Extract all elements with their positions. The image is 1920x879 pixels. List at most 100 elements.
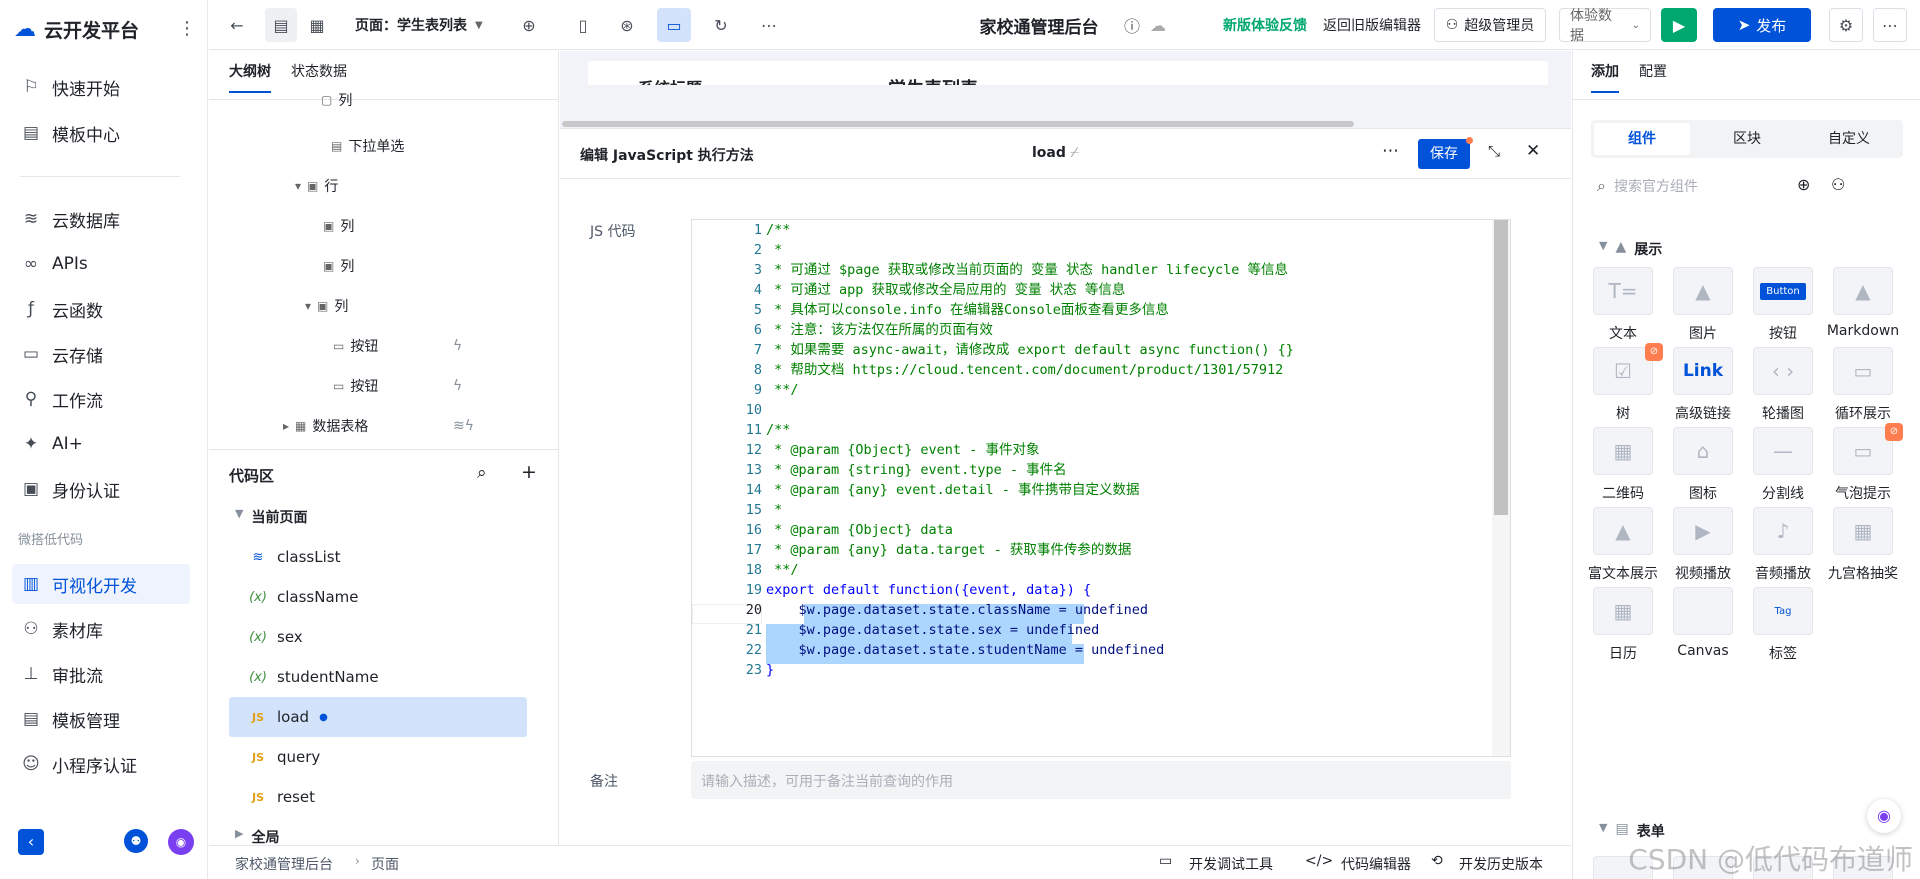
editor-vertical-scrollbar[interactable] <box>1492 220 1510 756</box>
more-horizontal-icon[interactable]: ⋯ <box>755 8 783 42</box>
global-group[interactable]: ▶ 全局 <box>235 827 279 847</box>
refresh-icon[interactable]: ↻ <box>707 8 735 42</box>
component-card[interactable]: Link 高级链接 <box>1663 347 1743 437</box>
tree-node-row[interactable]: ▾ ▣ 行 <box>209 166 559 206</box>
more-menu-icon[interactable]: ⋯ <box>1873 8 1907 42</box>
seg-tab-components[interactable]: 组件 <box>1594 123 1690 155</box>
tab-state-data[interactable]: 状态数据 <box>291 61 347 93</box>
nav-item-assets[interactable]: ⚇ 素材库 <box>12 609 190 649</box>
component-card[interactable]: ▦ 二维码 <box>1583 427 1663 517</box>
component-card[interactable]: ☑ 树 ⊘ <box>1583 343 1663 437</box>
component-card[interactable]: — 分割线 <box>1743 427 1823 517</box>
component-card[interactable]: ▲ Markdown <box>1823 267 1903 357</box>
scroll-thumb[interactable] <box>1494 220 1508 515</box>
tab-add[interactable]: 添加 <box>1591 61 1619 93</box>
back-arrow-icon[interactable]: ← <box>223 8 251 42</box>
back-old-editor-link[interactable]: 返回旧版编辑器 <box>1317 8 1427 42</box>
search-icon[interactable]: ⌕ <box>477 463 487 483</box>
nav-item-template-center[interactable]: ▤ 模板中心 <box>12 113 190 153</box>
user-avatar-icon[interactable]: ⚉ <box>124 829 148 853</box>
component-search[interactable]: ⌕ 搜索官方组件 <box>1591 169 1871 203</box>
settings-icon[interactable]: ⚙ <box>1829 8 1863 42</box>
target-icon[interactable]: ⊕ <box>1797 175 1810 194</box>
code-editor-button[interactable]: 代码编辑器 <box>1341 854 1411 874</box>
pin-off-icon[interactable]: ⌿ <box>1070 143 1079 161</box>
dev-tools-button[interactable]: 开发调试工具 <box>1189 854 1273 874</box>
page-list-icon[interactable]: ▤ <box>265 8 297 42</box>
code-item-js[interactable]: JS query <box>229 737 527 777</box>
nav-item-miniprogram[interactable]: ☺ 小程序认证 <box>12 744 190 784</box>
section-display[interactable]: ▼ ▲ 展示 <box>1599 239 1662 259</box>
desktop-view-icon[interactable]: ▭ <box>657 8 691 42</box>
data-env-select[interactable]: 体验数据 ⌄ <box>1559 8 1651 44</box>
event-bolt-icon[interactable]: ϟ <box>453 378 462 394</box>
nav-item-auth[interactable]: ▣ 身份认证 <box>12 469 190 509</box>
ai-assistant-icon[interactable]: ◉ <box>168 829 194 855</box>
breadcrumb-page[interactable]: 页面 <box>371 854 399 874</box>
nav-item-visual-dev[interactable]: ▥ 可视化开发 <box>12 564 190 604</box>
tree-node-datatable[interactable]: ▸ ▦ 数据表格 ≋ϟ <box>209 406 559 446</box>
tree-node-column[interactable]: ▣ 列 <box>209 246 559 286</box>
remark-input[interactable]: 请输入描述，可用于备注当前查询的作用 <box>691 761 1511 799</box>
miniprogram-view-icon[interactable]: ⊛ <box>613 8 641 42</box>
component-card[interactable]: ▲ 图片 <box>1663 267 1743 357</box>
more-vertical-icon[interactable]: ⋮ <box>178 18 196 39</box>
shrink-icon[interactable]: ⤡ <box>1488 142 1500 160</box>
component-card[interactable]: Tag 标签 <box>1743 587 1823 677</box>
component-card[interactable]: ▲ 富文本展示 <box>1583 507 1663 597</box>
canvas-scrollbar[interactable] <box>562 121 1354 127</box>
tree-node-dropdown[interactable]: ▤ 下拉单选 <box>209 126 559 166</box>
layout-toggle-icon[interactable]: ▦ <box>301 8 333 42</box>
nav-item-database[interactable]: ≋ 云数据库 <box>12 199 190 239</box>
tab-config[interactable]: 配置 <box>1639 61 1667 93</box>
seg-tab-blocks[interactable]: 区块 <box>1699 123 1795 155</box>
run-preview-button[interactable]: ▶ <box>1661 8 1697 42</box>
tree-node-column[interactable]: ▣ 列 <box>209 206 559 246</box>
nav-item-approval[interactable]: ⊥ 审批流 <box>12 654 190 694</box>
info-icon[interactable]: ⓘ <box>1119 8 1145 42</box>
more-horizontal-icon[interactable]: ⋯ <box>1382 141 1399 161</box>
nav-item-storage[interactable]: ▭ 云存储 <box>12 334 190 374</box>
tree-node-column[interactable]: ▢ 列 <box>209 90 559 110</box>
code-item-js[interactable]: JS reset <box>229 777 527 817</box>
nav-item-functions[interactable]: ƒ 云函数 <box>12 289 190 329</box>
component-card[interactable]: ▶ 视频播放 <box>1663 507 1743 597</box>
component-card[interactable]: ▦ 九宫格抽奖 <box>1823 507 1903 597</box>
collapse-nav-button[interactable]: ‹ <box>18 829 44 855</box>
breadcrumb-app[interactable]: 家校通管理后台 <box>235 854 333 874</box>
publish-button[interactable]: ➤ 发布 <box>1713 8 1811 42</box>
component-card[interactable]: ♪ 音频播放 <box>1743 507 1823 597</box>
current-page-group[interactable]: ▼ 当前页面 <box>235 507 307 527</box>
add-icon[interactable]: + <box>521 461 537 483</box>
code-item-query[interactable]: ≋ classList <box>229 537 527 577</box>
feedback-link[interactable]: 新版体验反馈 <box>1217 8 1313 42</box>
add-page-icon[interactable]: ⊕ <box>515 8 543 42</box>
tab-outline-tree[interactable]: 大纲树 <box>229 61 271 93</box>
code-editor[interactable]: 1/** 2 * 3 * 可通过 $page 获取或修改当前页面的 变量 状态 ha… <box>691 219 1511 757</box>
tree-node-button[interactable]: ▭ 按钮 ϟ <box>209 326 559 366</box>
save-button[interactable]: 保存 <box>1418 139 1470 169</box>
nav-item-workflow[interactable]: ⚲ 工作流 <box>12 379 190 419</box>
seg-tab-custom[interactable]: 自定义 <box>1801 123 1897 155</box>
nav-item-template-manage[interactable]: ▤ 模板管理 <box>12 699 190 739</box>
code-item-var[interactable]: (x) studentName <box>229 657 527 697</box>
code-item-var[interactable]: (x) sex <box>229 617 527 657</box>
component-card[interactable]: ‹ › 轮播图 <box>1743 347 1823 437</box>
code-item-var[interactable]: (x) className <box>229 577 527 617</box>
close-icon[interactable]: ✕ <box>1526 141 1540 161</box>
database-bind-icon[interactable]: ≋ϟ <box>453 418 474 434</box>
code-item-js-selected[interactable]: JS load ● <box>229 697 527 737</box>
user-menu[interactable]: ⚇ 超级管理员 <box>1434 8 1546 42</box>
component-card[interactable]: ▭ 气泡提示 ⊘ <box>1823 423 1903 517</box>
section-form[interactable]: ▼ ▤ 表单 <box>1599 821 1665 841</box>
tree-node-column[interactable]: ▾ ▣ 列 <box>209 286 559 326</box>
component-card[interactable]: Button 按钮 <box>1743 267 1823 357</box>
component-card[interactable]: ⌂ 图标 <box>1663 427 1743 517</box>
event-bolt-icon[interactable]: ϟ <box>453 338 462 354</box>
tree-node-button[interactable]: ▭ 按钮 ϟ <box>209 366 559 406</box>
component-card[interactable]: Canvas <box>1663 587 1743 677</box>
page-select[interactable]: 页面：学生表列表 ▼ <box>355 8 515 42</box>
nav-item-apis[interactable]: ∞ APIs <box>12 244 190 284</box>
mobile-view-icon[interactable]: ▯ <box>569 8 597 42</box>
component-card[interactable]: ▦ 日历 <box>1583 587 1663 677</box>
